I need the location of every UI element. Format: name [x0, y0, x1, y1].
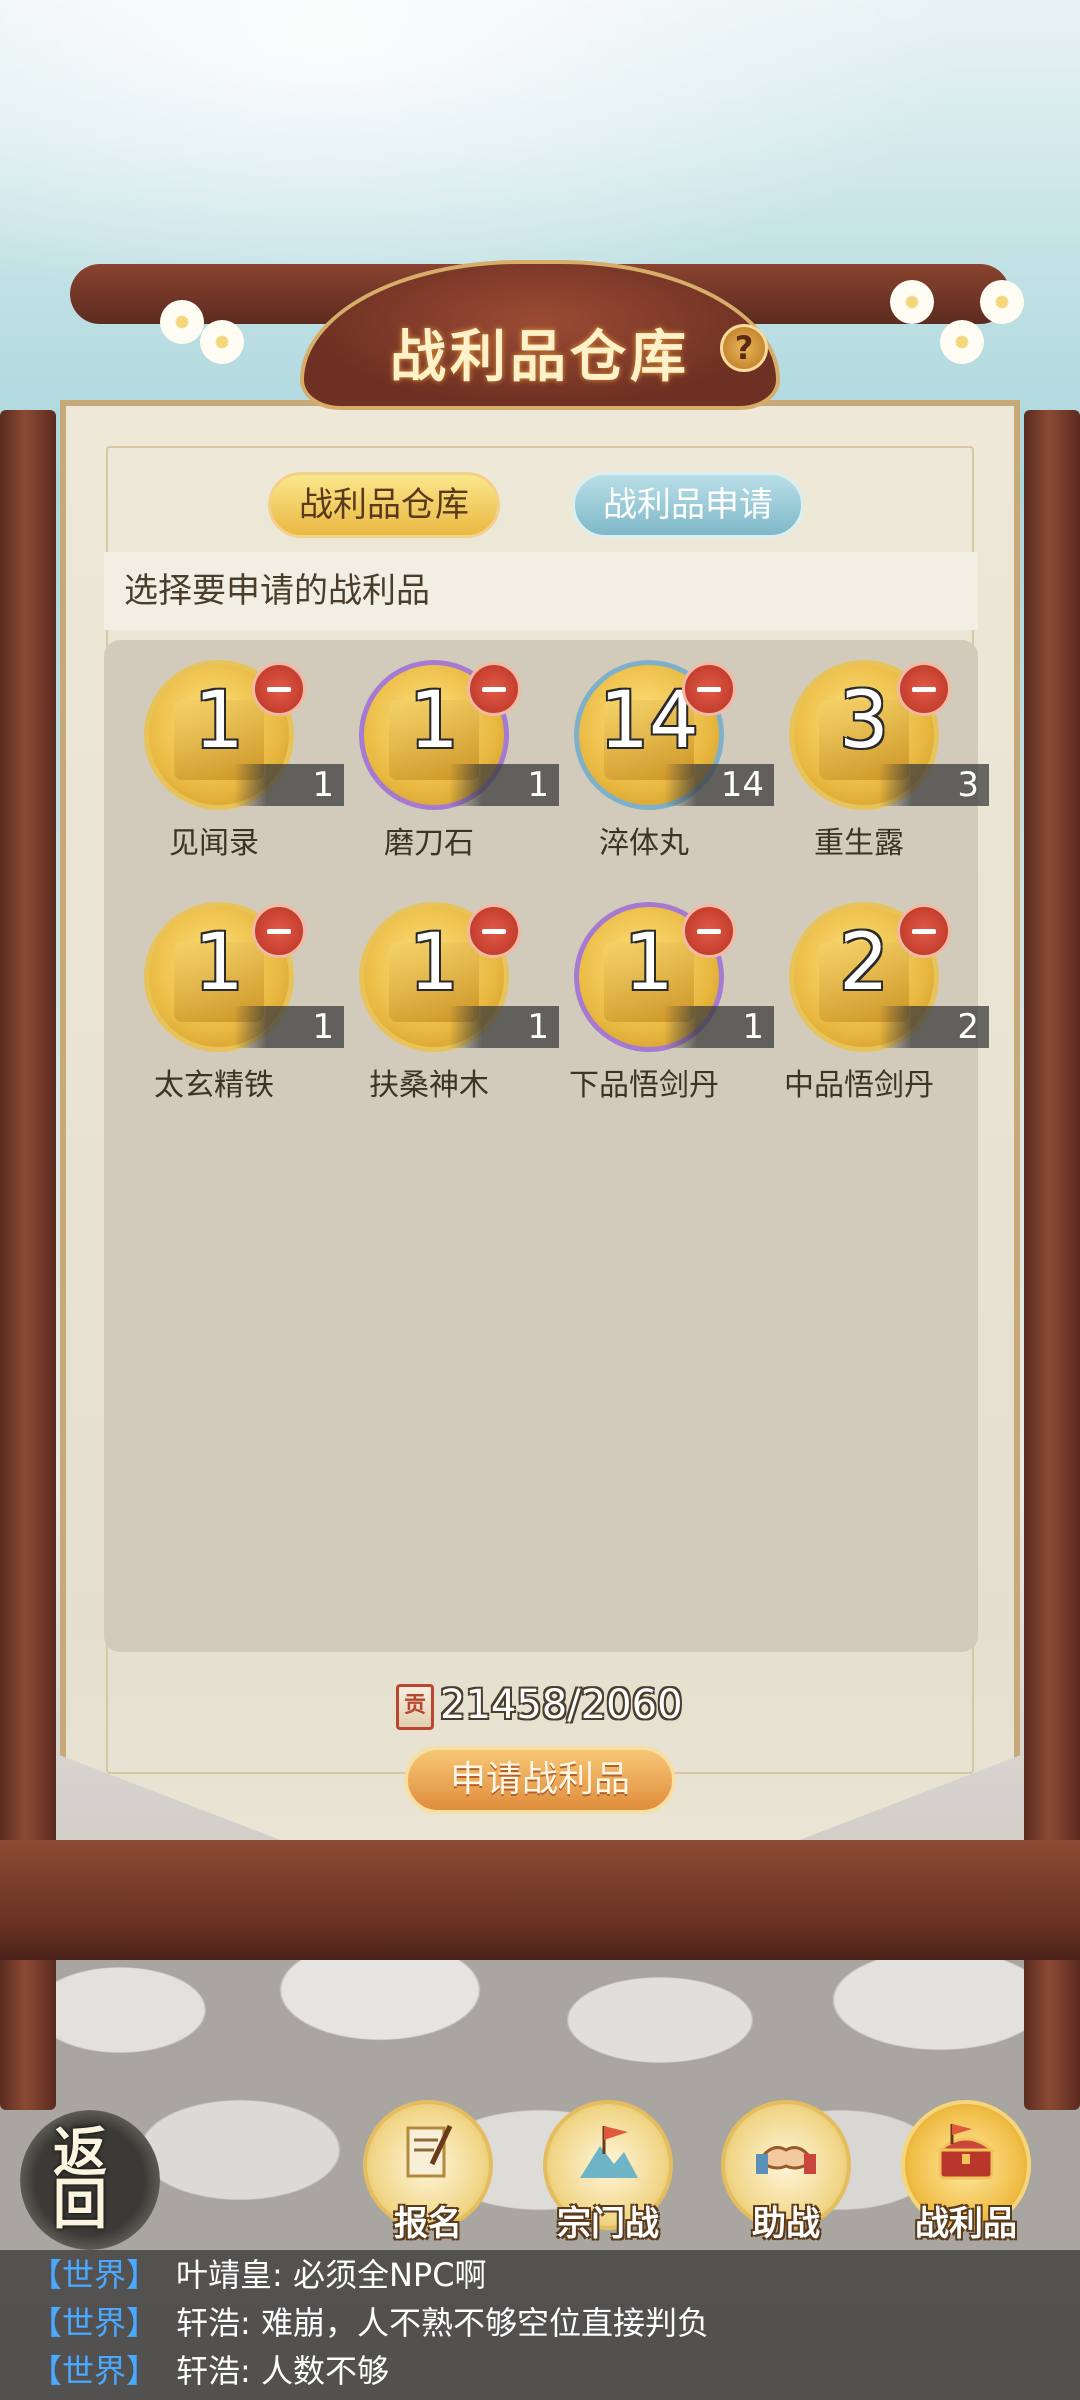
- nav-assist-button[interactable]: 助战: [716, 2100, 856, 2250]
- item-name: 见闻录: [169, 826, 259, 861]
- back-button-label: 返回: [53, 2120, 107, 2236]
- nav-sect-war-button[interactable]: 宗门战: [538, 2100, 678, 2250]
- item-slot[interactable]: 2 2 中品悟剑丹: [749, 882, 989, 1103]
- apply-loot-button[interactable]: 申请战利品: [404, 1746, 676, 1814]
- tab-warehouse[interactable]: 战利品仓库: [268, 472, 500, 538]
- instruction-text: 选择要申请的战利品: [104, 552, 978, 630]
- item-grid: 1 1 见闻录 1 1 磨刀石 14 14 淬体丸 3 3 重生露 1 1 太玄…: [104, 640, 989, 1652]
- item-slot[interactable]: 3 3 重生露: [749, 640, 989, 861]
- handshake-icon: [756, 2146, 816, 2174]
- minus-icon[interactable]: [252, 904, 306, 958]
- nav-signup-button[interactable]: 报名: [358, 2100, 498, 2250]
- minus-icon[interactable]: [252, 662, 306, 716]
- minus-icon[interactable]: [467, 904, 521, 958]
- minus-icon[interactable]: [897, 662, 951, 716]
- flag-mountain-icon: [580, 2126, 638, 2178]
- minus-icon[interactable]: [682, 662, 736, 716]
- item-slot[interactable]: 1 1 见闻录: [104, 640, 344, 861]
- chat-channel: 【世界】: [30, 2352, 159, 2390]
- item-name: 磨刀石: [384, 826, 474, 861]
- item-slot[interactable]: 1 1 太玄精铁: [104, 882, 344, 1103]
- item-name: 下品悟剑丹: [569, 1068, 719, 1103]
- item-slot[interactable]: 1 1 磨刀石: [319, 640, 559, 861]
- item-slot[interactable]: 1 1 下品悟剑丹: [534, 882, 774, 1103]
- chat-channel: 【世界】: [30, 2304, 159, 2342]
- contribution-value: 21458/2060: [440, 1682, 683, 1728]
- item-name: 扶桑神木: [369, 1068, 489, 1103]
- plum-blossom-icon: [160, 300, 204, 344]
- item-count: 3: [957, 765, 979, 805]
- chat-message: 【世界】 轩浩: 人数不够: [30, 2348, 389, 2394]
- plum-blossom-icon: [200, 320, 244, 364]
- page-title: 战利品仓库: [390, 324, 690, 390]
- chat-message: 【世界】 叶靖皇: 必须全NPC啊: [30, 2252, 487, 2298]
- tab-apply[interactable]: 战利品申请: [572, 472, 804, 538]
- help-icon[interactable]: ?: [720, 324, 768, 372]
- chat-text: 叶靖皇: 必须全NPC啊: [176, 2256, 487, 2294]
- scroll-brush-icon: [406, 2124, 453, 2178]
- item-name: 重生露: [814, 826, 904, 861]
- plum-blossom-icon: [890, 280, 934, 324]
- item-slot[interactable]: 1 1 扶桑神木: [319, 882, 559, 1103]
- chat-message: 【世界】 轩浩: 难崩，人不熟不够空位直接判负: [30, 2300, 709, 2346]
- item-name: 淬体丸: [599, 826, 689, 861]
- contribution-token-icon: 贡: [396, 1684, 434, 1730]
- contribution-display: 贡 21458/2060: [396, 1682, 696, 1732]
- chat-text: 轩浩: 难崩，人不熟不够空位直接判负: [176, 2304, 709, 2342]
- treasure-chest-icon: [935, 2124, 997, 2180]
- minus-icon[interactable]: [897, 904, 951, 958]
- nav-loot-button[interactable]: 战利品: [896, 2100, 1036, 2250]
- plum-blossom-icon: [940, 320, 984, 364]
- item-name: 太玄精铁: [154, 1068, 274, 1103]
- chat-channel: 【世界】: [30, 2256, 159, 2294]
- minus-icon[interactable]: [682, 904, 736, 958]
- plum-blossom-icon: [980, 280, 1024, 324]
- minus-icon[interactable]: [467, 662, 521, 716]
- item-name: 中品悟剑丹: [784, 1068, 934, 1103]
- item-count: 2: [957, 1007, 979, 1047]
- chat-text: 轩浩: 人数不够: [176, 2352, 389, 2390]
- item-slot[interactable]: 14 14 淬体丸: [534, 640, 774, 861]
- world-chat-panel[interactable]: 【世界】 叶靖皇: 必须全NPC啊 【世界】 轩浩: 难崩，人不熟不够空位直接判负 …: [0, 2250, 1080, 2400]
